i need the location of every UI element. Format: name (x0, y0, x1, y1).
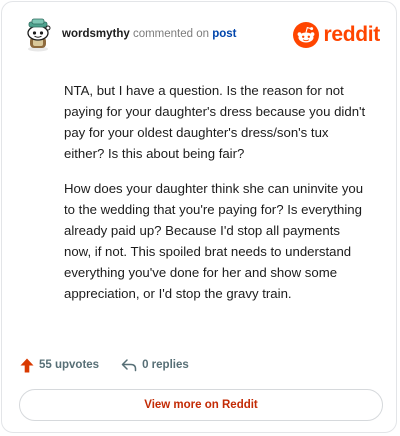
reddit-logo[interactable]: reddit (293, 22, 380, 48)
snoo-avatar-icon (27, 18, 51, 52)
comment-paragraph-2: How does your daughter think she can uni… (64, 181, 364, 301)
comment-paragraph-1: NTA, but I have a question. Is the reaso… (64, 83, 366, 161)
reddit-snoo-icon (293, 22, 320, 48)
reply-button[interactable]: 0 replies (121, 358, 189, 372)
username-link[interactable]: wordsmythy (62, 28, 130, 40)
avatar[interactable] (22, 18, 54, 52)
brand-wordmark: reddit (323, 23, 380, 46)
comment-body: NTA, but I have a question. Is the reaso… (64, 80, 370, 318)
action-text: commented on (132, 28, 210, 40)
upvote-arrow-icon (20, 358, 34, 372)
upvote-count: 55 upvotes (39, 359, 100, 371)
embedded-comment-card: wordsmythy commented on post reddit NTA,… (1, 1, 397, 433)
comment-meta: wordsmythy commented on post (62, 28, 237, 40)
post-link[interactable]: post (212, 28, 236, 40)
comment-header: wordsmythy commented on post reddit (22, 18, 380, 54)
reply-arrow-icon (121, 359, 137, 372)
view-more-button[interactable]: View more on Reddit (19, 389, 383, 421)
upvote-button[interactable]: 55 upvotes (20, 358, 99, 373)
reply-count: 0 replies (142, 359, 189, 371)
comment-footer: 55 upvotes 0 replies (20, 355, 189, 375)
